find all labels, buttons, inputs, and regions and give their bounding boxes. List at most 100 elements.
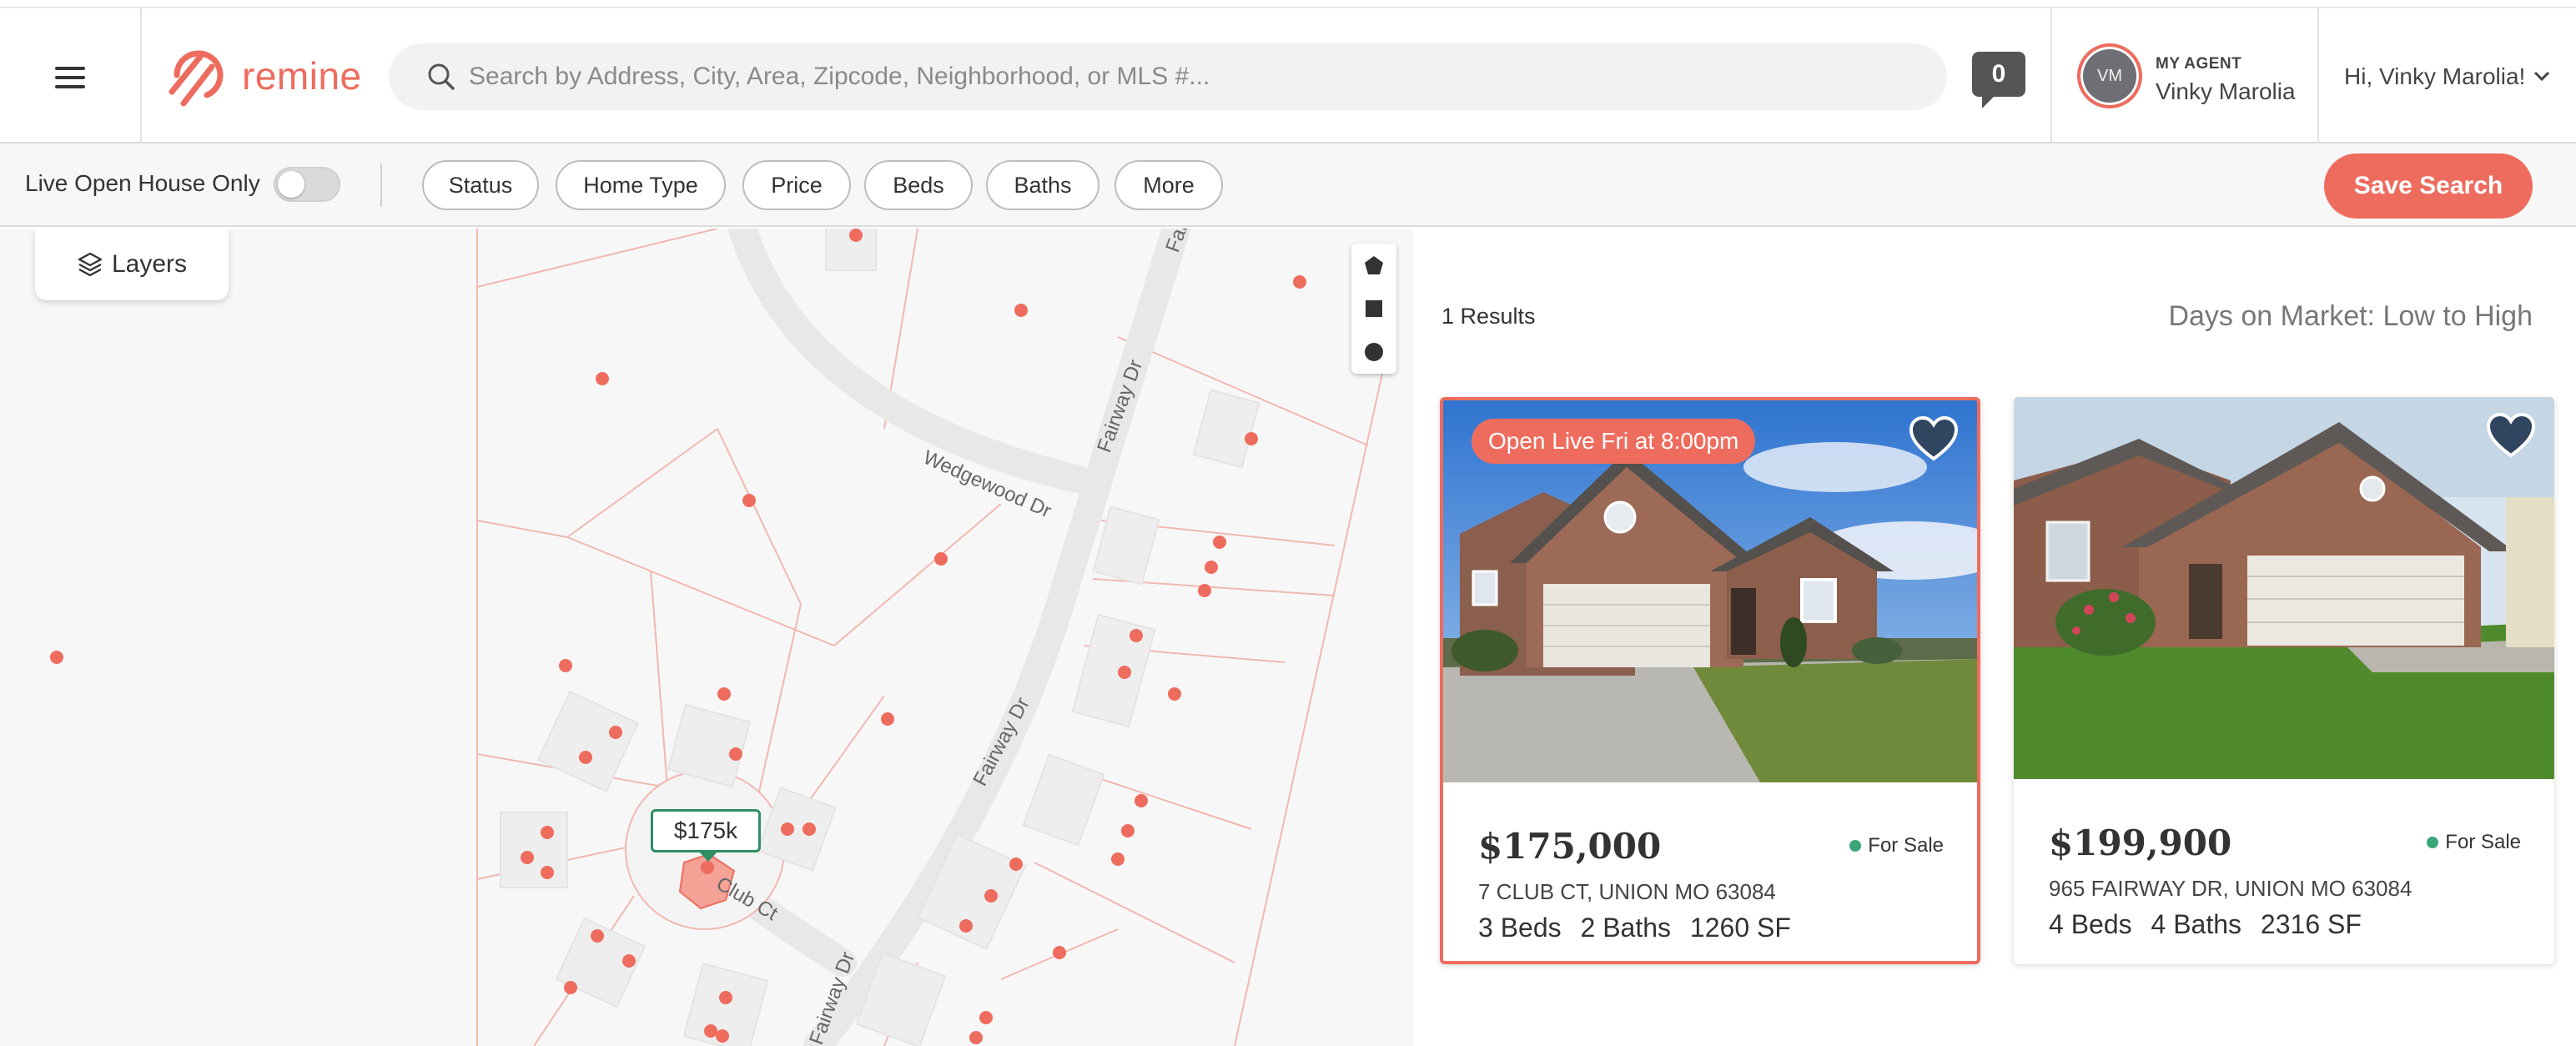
filter-home-type[interactable]: Home Type <box>556 160 726 210</box>
map-price-marker[interactable]: $175k <box>651 809 761 862</box>
listing-status: For Sale <box>1849 834 1944 857</box>
listing-address: 965 FAIRWAY DR, UNION MO 63084 <box>2049 876 2412 901</box>
listing-dot[interactable] <box>969 1031 983 1044</box>
listing-dot[interactable] <box>1053 946 1066 959</box>
listing-dot[interactable] <box>1245 432 1258 445</box>
user-greeting[interactable]: Hi, Vinky Marolia! <box>2344 63 2525 90</box>
save-search-button[interactable]: Save Search <box>2324 153 2533 219</box>
top-strip <box>0 0 2576 8</box>
status-dot <box>2427 837 2439 848</box>
filter-status[interactable]: Status <box>422 160 539 210</box>
status-text: For Sale <box>2445 831 2521 853</box>
listing-dot[interactable] <box>729 747 742 761</box>
draw-rectangle-icon[interactable] <box>1351 287 1396 330</box>
listing-dot[interactable] <box>959 919 973 933</box>
listing-dot[interactable] <box>622 954 636 968</box>
filter-baths[interactable]: Baths <box>986 160 1099 210</box>
listing-dot[interactable] <box>1014 304 1028 317</box>
listing-dot[interactable] <box>1121 824 1135 837</box>
listing-dot[interactable] <box>1118 666 1131 679</box>
map-view[interactable]: Wedgewood Dr Fairway Dr Fairway Dr Club … <box>0 229 1413 1046</box>
listing-dot[interactable] <box>559 659 572 672</box>
layers-button[interactable]: Layers <box>35 229 229 300</box>
logo-text: remine <box>242 54 362 98</box>
agent-label: MY AGENT <box>2156 55 2242 73</box>
listing-dot[interactable] <box>984 889 998 903</box>
listing-photo[interactable] <box>2014 397 2554 779</box>
filter-divider <box>380 163 382 207</box>
status-text: For Sale <box>1868 834 1944 857</box>
listing-price: $175,000 <box>1478 826 1662 867</box>
map-canvas[interactable]: Wedgewood Dr Fairway Dr Fairway Dr Club … <box>0 229 1413 1046</box>
search-icon <box>428 63 455 90</box>
layers-label: Layers <box>111 250 188 278</box>
menu-icon[interactable] <box>55 67 85 88</box>
heart-icon[interactable] <box>1909 415 1959 462</box>
selected-listing-dot[interactable] <box>701 861 714 874</box>
listing-dot[interactable] <box>591 929 604 943</box>
listing-dot[interactable] <box>541 866 554 879</box>
header-divider <box>2050 8 2052 143</box>
listing-sqft: 1260 SF <box>1689 913 1791 943</box>
listing-dot[interactable] <box>979 1011 993 1024</box>
listing-dot[interactable] <box>1198 584 1211 597</box>
notifications-count: 0 <box>1991 60 2006 88</box>
heart-icon[interactable] <box>2486 412 2536 459</box>
live-open-house-toggle[interactable] <box>274 167 340 202</box>
listing-beds: 4 Beds <box>2049 909 2132 939</box>
listing-baths: 4 Baths <box>2151 909 2242 939</box>
house-photo-image <box>2014 397 2554 779</box>
listing-card[interactable]: $199,900 For Sale 965 FAIRWAY DR, UNION … <box>2014 397 2554 964</box>
draw-polygon-icon[interactable] <box>1351 244 1396 287</box>
listing-dot[interactable] <box>881 712 894 726</box>
listing-dot[interactable] <box>781 822 794 836</box>
chevron-down-icon[interactable] <box>2533 67 2551 85</box>
open-house-badge: Open Live Fri at 8:00pm <box>1472 419 1756 464</box>
header-divider <box>140 8 142 143</box>
listing-dot[interactable] <box>1205 561 1218 574</box>
search-input[interactable] <box>469 63 1887 91</box>
filter-price[interactable]: Price <box>742 160 851 210</box>
listing-card[interactable]: Open Live Fri at 8:00pm $175,000 For Sal… <box>1440 397 1980 964</box>
listing-dot[interactable] <box>1009 857 1023 871</box>
listing-dot[interactable] <box>1168 687 1181 701</box>
toggle-knob <box>278 171 304 198</box>
listing-dot[interactable] <box>719 991 732 1004</box>
listing-dot[interactable] <box>849 229 863 242</box>
filter-bar: Live Open House Only Status Home Type Pr… <box>0 143 2576 227</box>
listing-dot[interactable] <box>716 1029 729 1043</box>
agent-avatar[interactable]: VM <box>2077 43 2142 108</box>
listing-dot[interactable] <box>541 826 554 839</box>
remine-logo[interactable]: remine <box>165 38 362 113</box>
search-bar[interactable] <box>389 43 1947 110</box>
filter-beds[interactable]: Beds <box>864 160 973 210</box>
listing-dot[interactable] <box>1213 536 1226 549</box>
listing-dot[interactable] <box>802 822 816 836</box>
notifications-badge[interactable]: 0 <box>1972 52 2025 108</box>
listing-dot[interactable] <box>742 494 756 507</box>
listing-dot[interactable] <box>1293 275 1306 289</box>
layers-icon <box>78 252 103 277</box>
listing-dot[interactable] <box>521 851 534 864</box>
listing-specs: 3 Beds 2 Baths 1260 SF <box>1478 913 1803 943</box>
listing-dot[interactable] <box>934 552 948 566</box>
draw-circle-icon[interactable] <box>1351 330 1396 374</box>
listing-sqft: 2316 SF <box>2260 909 2362 939</box>
listing-price: $199,900 <box>2049 822 2232 863</box>
listing-dot[interactable] <box>609 726 622 739</box>
agent-name[interactable]: Vinky Marolia <box>2156 78 2296 105</box>
listing-dot[interactable] <box>50 651 63 664</box>
sort-dropdown[interactable]: Days on Market: Low to High <box>2168 300 2533 333</box>
listing-dot[interactable] <box>579 751 592 764</box>
results-count: 1 Results <box>1441 304 1536 329</box>
listing-dot[interactable] <box>1111 852 1124 866</box>
listing-dot[interactable] <box>596 372 609 385</box>
app-header: remine 0 VM MY AGENT Vinky Marolia Hi, V… <box>0 8 2576 143</box>
listing-dot[interactable] <box>1130 629 1143 642</box>
listing-photo[interactable]: Open Live Fri at 8:00pm <box>1443 400 1977 782</box>
listing-dot[interactable] <box>564 981 577 994</box>
listing-dot[interactable] <box>717 687 731 701</box>
listing-dot[interactable] <box>1135 794 1148 807</box>
filter-more[interactable]: More <box>1114 160 1223 210</box>
listing-dot[interactable] <box>704 1024 717 1038</box>
